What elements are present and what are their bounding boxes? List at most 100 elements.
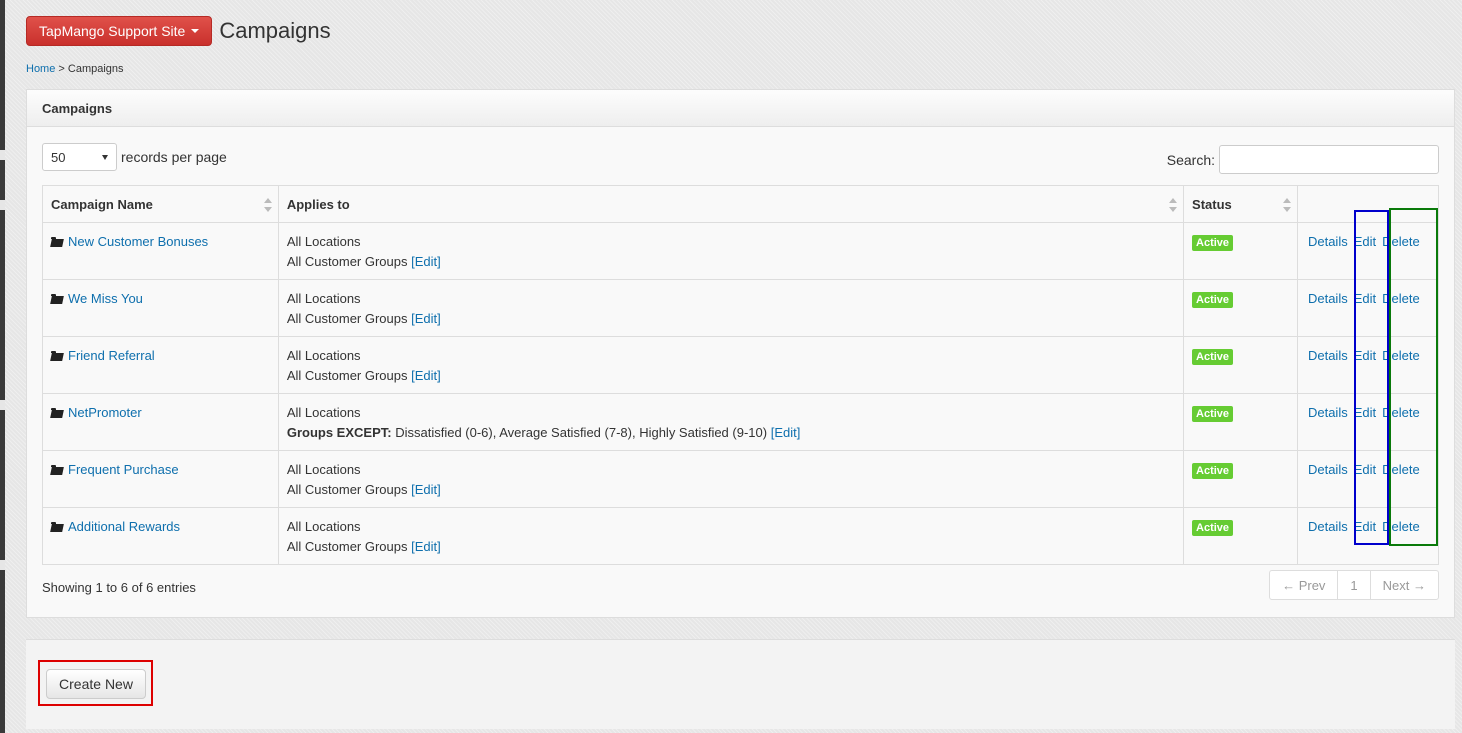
records-per-page-label: records per page: [121, 149, 227, 165]
column-header-campaign-name[interactable]: Campaign Name: [42, 185, 279, 223]
top-bar: TapMango Support Site Campaigns: [26, 16, 331, 46]
applies-to-locations: All Locations: [286, 234, 361, 249]
search-label: Search:: [1166, 151, 1215, 168]
delete-link[interactable]: Delete: [1382, 519, 1420, 534]
footer-panel: Create New: [26, 639, 1455, 729]
delete-link[interactable]: Delete: [1382, 291, 1420, 306]
delete-link[interactable]: Delete: [1382, 348, 1420, 363]
campaign-name-link[interactable]: We Miss You: [68, 291, 143, 306]
details-link[interactable]: Details: [1308, 519, 1348, 534]
delete-link[interactable]: Delete: [1382, 234, 1420, 249]
folder-open-icon: [51, 465, 64, 475]
campaign-name-cell: Friend Referral: [42, 336, 279, 394]
sort-icon: [1282, 198, 1291, 212]
status-badge: Active: [1192, 349, 1234, 365]
left-edge-strip: [0, 0, 5, 733]
table-row: New Customer Bonuses All Locations All Cus…: [42, 222, 1440, 280]
applies-to-groups-line: All Customer Groups [Edit]: [287, 252, 1175, 272]
applies-to-groups: All Customer Groups: [286, 539, 408, 554]
details-link[interactable]: Details: [1308, 234, 1348, 249]
applies-to-cell: All Locations All Customer Groups [Edit]: [277, 336, 1185, 394]
details-link[interactable]: Details: [1308, 348, 1348, 363]
create-new-button[interactable]: Create New: [46, 669, 146, 699]
applies-to-locations: All Locations: [286, 291, 361, 306]
actions-cell: Details Edit Delete: [1296, 450, 1440, 508]
records-per-page-select[interactable]: 50: [42, 143, 117, 171]
campaign-name-cell: Frequent Purchase: [42, 450, 279, 508]
table-info: Showing 1 to 6 of 6 entries: [42, 580, 196, 595]
status-badge: Active: [1192, 235, 1234, 251]
folder-open-icon: [51, 351, 64, 361]
records-per-page-control: 50 records per page: [42, 143, 227, 171]
applies-to-locations: All Locations: [286, 462, 361, 477]
details-link[interactable]: Details: [1308, 462, 1348, 477]
column-header-actions: [1296, 185, 1440, 223]
edit-link[interactable]: Edit: [1354, 519, 1376, 534]
breadcrumb: Home > Campaigns: [26, 63, 124, 75]
edit-groups-link[interactable]: [Edit]: [411, 254, 441, 269]
campaign-name-link[interactable]: Friend Referral: [68, 348, 155, 363]
edit-link[interactable]: Edit: [1354, 348, 1376, 363]
status-cell: Active: [1183, 336, 1298, 394]
campaign-name-link[interactable]: Frequent Purchase: [68, 462, 179, 477]
applies-to-locations: All Locations: [286, 348, 361, 363]
pagination-page-1[interactable]: 1: [1338, 571, 1371, 599]
campaign-name-link[interactable]: NetPromoter: [68, 405, 142, 420]
breadcrumb-home-link[interactable]: Home: [26, 63, 55, 75]
select-arrow-icon: [102, 154, 108, 160]
table-header-row: Campaign Name Applies to Status: [42, 185, 1440, 223]
panel-title: Campaigns: [27, 90, 1454, 127]
column-header-applies-to[interactable]: Applies to: [277, 185, 1185, 223]
applies-to-groups-line: Groups EXCEPT: Dissatisfied (0-6), Avera…: [287, 423, 1175, 443]
details-link[interactable]: Details: [1308, 405, 1348, 420]
edit-link[interactable]: Edit: [1354, 405, 1376, 420]
folder-open-icon: [51, 408, 64, 418]
pagination-prev[interactable]: ← Prev: [1270, 571, 1339, 599]
status-cell: Active: [1183, 507, 1298, 565]
edit-groups-link[interactable]: [Edit]: [411, 368, 441, 383]
edit-link[interactable]: Edit: [1354, 291, 1376, 306]
status-cell: Active: [1183, 393, 1298, 451]
folder-open-icon: [51, 522, 64, 532]
sort-icon: [1169, 198, 1178, 212]
breadcrumb-current: Campaigns: [67, 63, 124, 75]
site-selector-label: TapMango Support Site: [39, 23, 186, 39]
actions-cell: Details Edit Delete: [1296, 507, 1440, 565]
status-badge: Active: [1192, 406, 1234, 422]
page-title: Campaigns: [219, 18, 331, 43]
delete-link[interactable]: Delete: [1382, 405, 1420, 420]
sort-icon: [263, 198, 272, 212]
search-input[interactable]: [1219, 145, 1439, 174]
actions-cell: Details Edit Delete: [1296, 393, 1440, 451]
folder-open-icon: [51, 294, 64, 304]
applies-to-groups: All Customer Groups: [286, 482, 408, 497]
edit-link[interactable]: Edit: [1354, 462, 1376, 477]
applies-to-groups-line: All Customer Groups [Edit]: [287, 537, 1175, 557]
records-per-page-value: 50: [51, 149, 66, 165]
campaign-name-link[interactable]: New Customer Bonuses: [68, 234, 208, 249]
site-selector-button[interactable]: TapMango Support Site: [26, 16, 213, 46]
column-header-status[interactable]: Status: [1183, 185, 1298, 223]
actions-cell: Details Edit Delete: [1296, 222, 1440, 280]
edit-groups-link[interactable]: [Edit]: [411, 311, 441, 326]
table-row: Additional Rewards All Locations All Custo…: [42, 507, 1440, 565]
details-link[interactable]: Details: [1308, 291, 1348, 306]
delete-link[interactable]: Delete: [1382, 462, 1420, 477]
status-badge: Active: [1192, 463, 1234, 479]
applies-to-locations: All Locations: [286, 405, 361, 420]
edit-link[interactable]: Edit: [1354, 234, 1376, 249]
edit-groups-link[interactable]: [Edit]: [771, 425, 801, 440]
applies-to-groups: All Customer Groups: [286, 311, 408, 326]
applies-to-cell: All Locations All Customer Groups [Edit]: [277, 450, 1185, 508]
edit-groups-link[interactable]: [Edit]: [411, 539, 441, 554]
actions-cell: Details Edit Delete: [1296, 336, 1440, 394]
campaign-name-link[interactable]: Additional Rewards: [68, 519, 180, 534]
pagination-next[interactable]: Next →: [1371, 571, 1438, 599]
applies-to-groups: All Customer Groups: [286, 368, 408, 383]
table-row: Frequent Purchase All Locations All Custom…: [42, 450, 1440, 508]
campaign-name-cell: We Miss You: [42, 279, 279, 337]
applies-to-cell: All Locations All Customer Groups [Edit]: [277, 222, 1185, 280]
table-row: Friend Referral All Locations All Customer…: [42, 336, 1440, 394]
edit-groups-link[interactable]: [Edit]: [411, 482, 441, 497]
status-cell: Active: [1183, 222, 1298, 280]
